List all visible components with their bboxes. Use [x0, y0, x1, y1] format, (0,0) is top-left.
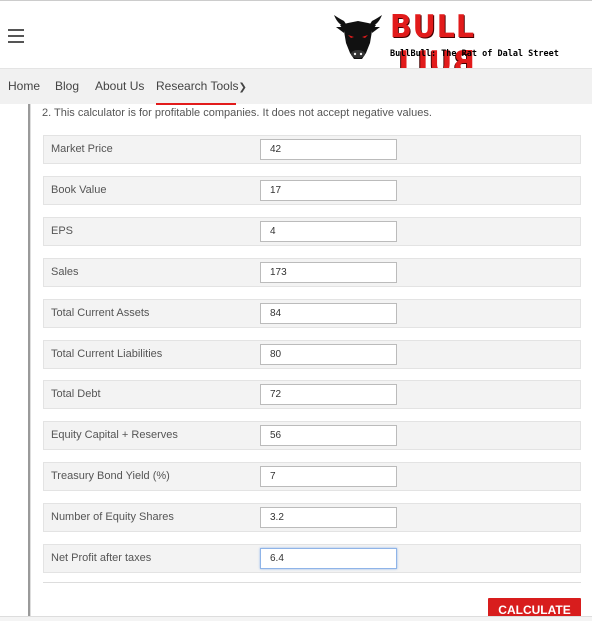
field-input[interactable]: 4	[260, 221, 397, 242]
field-label: EPS	[51, 225, 74, 237]
field-label: Market Price	[51, 143, 113, 155]
nav-about-us[interactable]: About Us	[95, 79, 144, 93]
field-input[interactable]: 72	[260, 384, 397, 405]
calculator-note: 2. This calculator is for profitable com…	[42, 107, 432, 119]
field-input[interactable]: 17	[260, 180, 397, 201]
field-input[interactable]: 84	[260, 303, 397, 324]
field-label: Number of Equity Shares	[51, 511, 174, 523]
hamburger-menu-icon[interactable]	[8, 29, 24, 43]
form-row: Total Current Liabilities 80	[43, 340, 581, 369]
bull-head-icon	[334, 15, 382, 59]
field-label: Total Debt	[51, 388, 101, 400]
form-row: Treasury Bond Yield (%) 7	[43, 462, 581, 491]
form-row: Total Debt 72	[43, 380, 581, 409]
field-label: Net Profit after taxes	[51, 552, 152, 564]
field-label: Sales	[51, 266, 79, 278]
brand-tagline: BullBull: The Rat of Dalal Street	[390, 49, 559, 59]
form-row: Total Current Assets 84	[43, 299, 581, 328]
field-input[interactable]: 7	[260, 466, 397, 487]
field-label: Treasury Bond Yield (%)	[51, 470, 170, 482]
field-input[interactable]: 6.4	[260, 548, 397, 569]
field-input[interactable]: 80	[260, 344, 397, 365]
field-label: Total Current Assets	[51, 307, 150, 319]
field-input[interactable]: 3.2	[260, 507, 397, 528]
form-divider	[43, 582, 581, 583]
nav-research-tools[interactable]: Research Tools❯	[156, 79, 247, 93]
form-row: EPS 4	[43, 217, 581, 246]
form-row: Equity Capital + Reserves 56	[43, 421, 581, 450]
form-row: Sales 173	[43, 258, 581, 287]
chevron-right-icon: ❯	[238, 82, 247, 93]
form-row: Number of Equity Shares 3.2	[43, 503, 581, 532]
page-bottom-edge	[0, 616, 592, 621]
field-label: Book Value	[51, 184, 107, 196]
field-input[interactable]: 56	[260, 425, 397, 446]
nav-home[interactable]: Home	[8, 79, 40, 93]
site-logo[interactable]: BULLBULL BullBull: The Rat of Dalal Stre…	[330, 7, 559, 81]
form-row: Book Value 17	[43, 176, 581, 205]
form-row: Market Price 42	[43, 135, 581, 164]
field-label: Total Current Liabilities	[51, 348, 163, 360]
header: BULLBULL BullBull: The Rat of Dalal Stre…	[0, 0, 592, 81]
nav-research-tools-label: Research Tools	[156, 79, 239, 93]
field-label: Equity Capital + Reserves	[51, 429, 178, 441]
form-row: Net Profit after taxes 6.4	[43, 544, 581, 573]
field-input[interactable]: 42	[260, 139, 397, 160]
main-nav: Home Blog About Us Research Tools❯	[0, 68, 592, 105]
nav-blog[interactable]: Blog	[55, 79, 79, 93]
field-input[interactable]: 173	[260, 262, 397, 283]
